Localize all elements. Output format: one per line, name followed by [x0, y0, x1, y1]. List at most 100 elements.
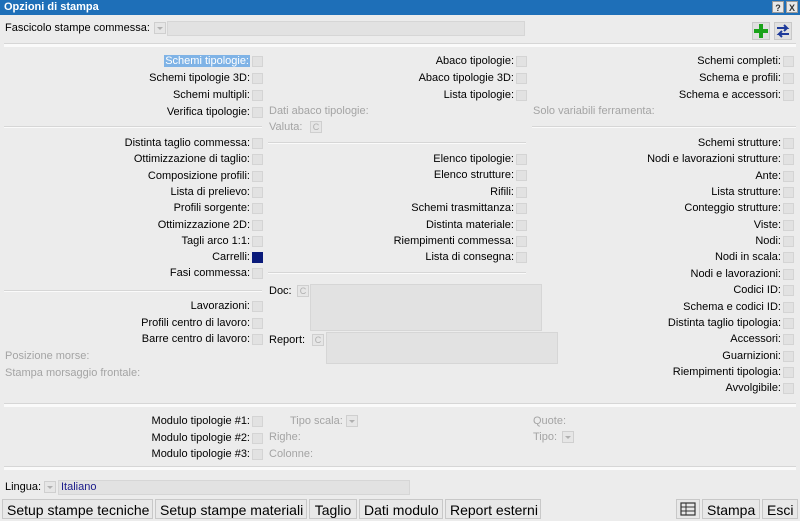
col3b-text-7: Nodi in scala: [714, 251, 781, 264]
col3b-text-6: Nodi: [755, 235, 781, 248]
tipo-dropdown[interactable] [562, 431, 574, 443]
col3b-checkbox-11[interactable] [783, 317, 794, 329]
separator-lingua [4, 466, 796, 470]
col2b-checkbox-3[interactable] [516, 203, 527, 215]
fascicolo-input[interactable] [167, 21, 525, 36]
swap-button[interactable] [774, 22, 792, 40]
col1b-checkbox-8[interactable] [252, 268, 263, 280]
col3b-checkbox-4[interactable] [783, 203, 794, 215]
col3b-checkbox-3[interactable] [783, 187, 794, 199]
col3b-label-6: Nodi: [755, 234, 781, 248]
col3-label-1: Schema e profili: [699, 71, 781, 85]
col3b-checkbox-13[interactable] [783, 350, 794, 362]
col2b-checkbox-5[interactable] [516, 236, 527, 247]
col2b-label-3: Schemi trasmittanza: [411, 201, 514, 215]
col1b-checkbox-3[interactable] [252, 186, 263, 198]
col3b-checkbox-2[interactable] [783, 170, 794, 182]
col2b-checkbox-1[interactable] [516, 170, 527, 182]
col2-checkbox-2[interactable] [516, 90, 527, 101]
col2-checkbox-0[interactable] [516, 56, 527, 67]
col1-checkbox-2[interactable] [252, 90, 263, 101]
col2b-label-1: Elenco strutture: [434, 168, 514, 182]
col1b-checkbox-0[interactable] [252, 138, 263, 149]
col2b-checkbox-0[interactable] [516, 154, 527, 165]
col3-text-0: Schemi completi: [697, 55, 781, 67]
col1b-checkbox-7[interactable] [252, 252, 263, 264]
col3b-checkbox-12[interactable] [783, 334, 794, 346]
col3b-checkbox-7[interactable] [783, 252, 794, 264]
col1b-label-7: Carrelli: [212, 250, 250, 264]
col1b-label-8: Fasi commessa: [170, 266, 250, 280]
lingua-label: Lingua: [5, 481, 42, 493]
col1b-checkbox-5[interactable] [252, 219, 263, 231]
doc-field[interactable] [310, 284, 542, 331]
col1b-checkbox-2[interactable] [252, 170, 263, 182]
setup-stampe-materiali-button[interactable]: Setup stampe materiali [155, 499, 307, 519]
col3-checkbox-1[interactable] [783, 73, 794, 84]
moduli-checkbox-0[interactable] [252, 416, 263, 427]
separator-bottom [4, 403, 796, 407]
col3b-text-11: Distinta taglio tipologia: [667, 316, 781, 329]
col3b-checkbox-14[interactable] [783, 366, 794, 378]
col3b-checkbox-0[interactable] [783, 138, 794, 149]
col1-label-1: Schemi tipologie 3D: [149, 71, 250, 85]
col2b-label-0: Elenco tipologie: [433, 152, 514, 166]
taglio-button[interactable]: Taglio [309, 499, 357, 519]
col2-checkbox-1[interactable] [516, 73, 527, 84]
col1b-text-2: Composizione profili: [147, 169, 250, 182]
doc-c-button[interactable]: C [297, 285, 309, 297]
col3b-label-12: Accessori: [730, 332, 781, 346]
valuta-c-button[interactable]: C [310, 121, 322, 133]
col3b-checkbox-10[interactable] [783, 301, 794, 313]
col3b-text-12: Accessori: [730, 333, 781, 346]
col3b-checkbox-5[interactable] [783, 219, 794, 231]
col3-checkbox-0[interactable] [783, 56, 794, 67]
report-esterni-button[interactable]: Report esterni [445, 499, 541, 519]
fascicolo-dropdown[interactable] [154, 22, 166, 34]
col3b-checkbox-15[interactable] [783, 383, 794, 395]
stampa-button[interactable]: Stampa [702, 499, 760, 519]
col3b-checkbox-9[interactable] [783, 285, 794, 297]
lingua-value[interactable]: Italiano [58, 480, 410, 495]
setup-stampe-tecniche-button[interactable]: Setup stampe tecniche [2, 499, 153, 519]
col2b-text-4: Distinta materiale: [425, 218, 514, 231]
col1b-checkbox-4[interactable] [252, 203, 263, 215]
col2b-checkbox-6[interactable] [516, 252, 527, 264]
col1b-checkbox-1[interactable] [252, 154, 263, 166]
col2b-text-5: Riempimenti commessa: [393, 235, 514, 247]
col3b-checkbox-8[interactable] [783, 268, 794, 280]
col2b-checkbox-4[interactable] [516, 219, 527, 231]
moduli-checkbox-1[interactable] [252, 432, 263, 444]
dati-modulo-button[interactable]: Dati modulo [359, 499, 443, 519]
col3-checkbox-2[interactable] [783, 90, 794, 101]
solo-variabili-label: Solo variabili ferramenta: [533, 105, 655, 117]
title-bar: Opzioni di stampa ? X [0, 0, 800, 15]
moduli-label-0: Modulo tipologie #1: [152, 414, 250, 428]
col1c-checkbox-0[interactable] [252, 301, 263, 312]
col1b-checkbox-6[interactable] [252, 235, 263, 247]
col3b-checkbox-1[interactable] [783, 154, 794, 166]
help-button[interactable]: ? [772, 1, 784, 13]
col2b-checkbox-2[interactable] [516, 186, 527, 198]
col1-checkbox-1[interactable] [252, 73, 263, 84]
col3b-label-0: Schemi strutture: [698, 136, 781, 150]
grid-view-button[interactable] [676, 499, 700, 519]
report-field[interactable] [326, 332, 558, 364]
col3b-text-0: Schemi strutture: [697, 137, 781, 149]
col3-label-2: Schema e accessori: [679, 88, 781, 102]
report-c-button[interactable]: C [312, 334, 324, 346]
close-button[interactable]: X [786, 1, 798, 13]
lingua-dropdown[interactable] [44, 481, 56, 493]
col1c-checkbox-1[interactable] [252, 317, 263, 329]
col3b-checkbox-6[interactable] [783, 236, 794, 248]
add-button[interactable] [752, 22, 770, 40]
moduli-checkbox-2[interactable] [252, 449, 263, 460]
col1-checkbox-3[interactable] [252, 107, 263, 118]
report-label: Report: [269, 334, 306, 346]
col1-checkbox-0[interactable] [252, 56, 263, 67]
tipo-scala-dropdown[interactable] [346, 415, 358, 427]
separator-mid-2 [268, 272, 526, 274]
col1b-text-0: Distinta taglio commessa: [124, 137, 250, 149]
col1c-checkbox-2[interactable] [252, 334, 263, 345]
esci-button[interactable]: Esci [762, 499, 798, 519]
